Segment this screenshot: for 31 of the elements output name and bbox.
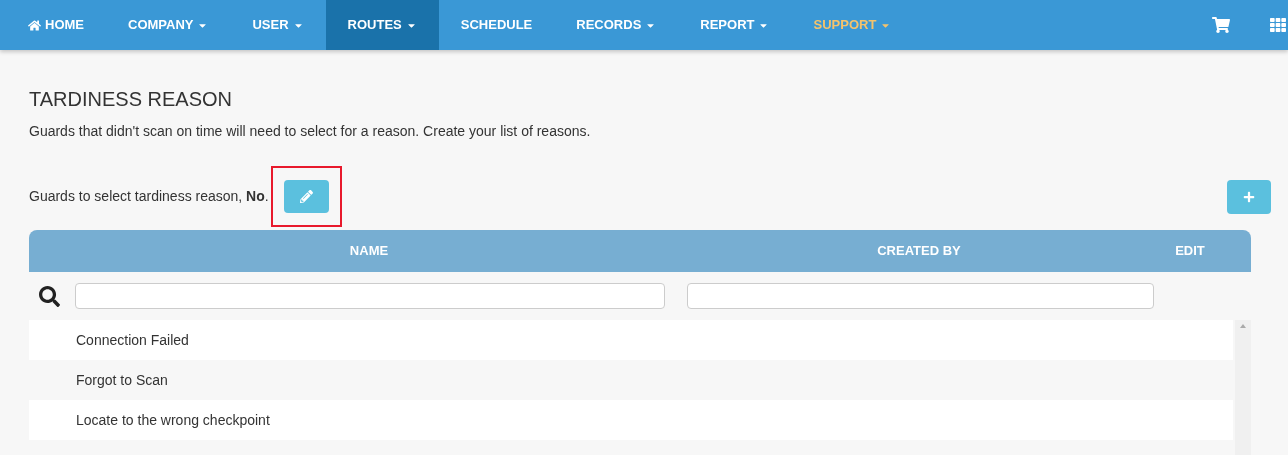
nav-item[interactable]: COMPANY (106, 0, 231, 50)
search-icon (39, 285, 60, 307)
setting-text: Guards to select tardiness reason, No. (29, 187, 269, 206)
nav-item[interactable]: RECORDS (554, 0, 679, 50)
nav-item[interactable]: SUPPORT (791, 0, 914, 50)
created-by-filter-field[interactable] (687, 283, 1154, 309)
home-icon (28, 18, 41, 32)
edit-setting-button[interactable] (283, 180, 329, 213)
column-header: EDIT (1174, 242, 1206, 261)
nav-item[interactable]: ROUTES (325, 0, 439, 50)
nav-item[interactable]: HOME (6, 0, 106, 50)
cart-icon[interactable] (1212, 17, 1230, 33)
table-row[interactable]: Locate to the wrong checkpoint (29, 400, 1233, 440)
name-cell-text: Locate to the wrong checkpoint (76, 410, 270, 430)
nav-item[interactable]: REPORT (678, 0, 792, 50)
scroll-up-icon[interactable] (1240, 324, 1246, 328)
nav-item[interactable]: SCHEDULE (438, 0, 555, 50)
name-cell-text: Connection Failed (76, 330, 189, 350)
page-title: TARDINESS REASON (29, 87, 233, 111)
column-header: NAME (348, 242, 390, 261)
page-description: Guards that didn't scan on time will need to select for a reason. Create your list of reasons. (29, 122, 592, 141)
nav-item[interactable]: USER (230, 0, 326, 50)
add-button[interactable] (1227, 179, 1271, 214)
pencil-icon (299, 190, 313, 203)
apps-grid-icon[interactable] (1270, 17, 1286, 33)
table-row[interactable]: Connection Failed (29, 320, 1233, 360)
column-header: CREATED BY (876, 242, 962, 261)
name-filter-field[interactable] (75, 283, 665, 309)
plus-icon (1243, 190, 1255, 203)
scrollbar[interactable] (1235, 320, 1251, 455)
name-cell-text: Forgot to Scan (76, 370, 168, 390)
